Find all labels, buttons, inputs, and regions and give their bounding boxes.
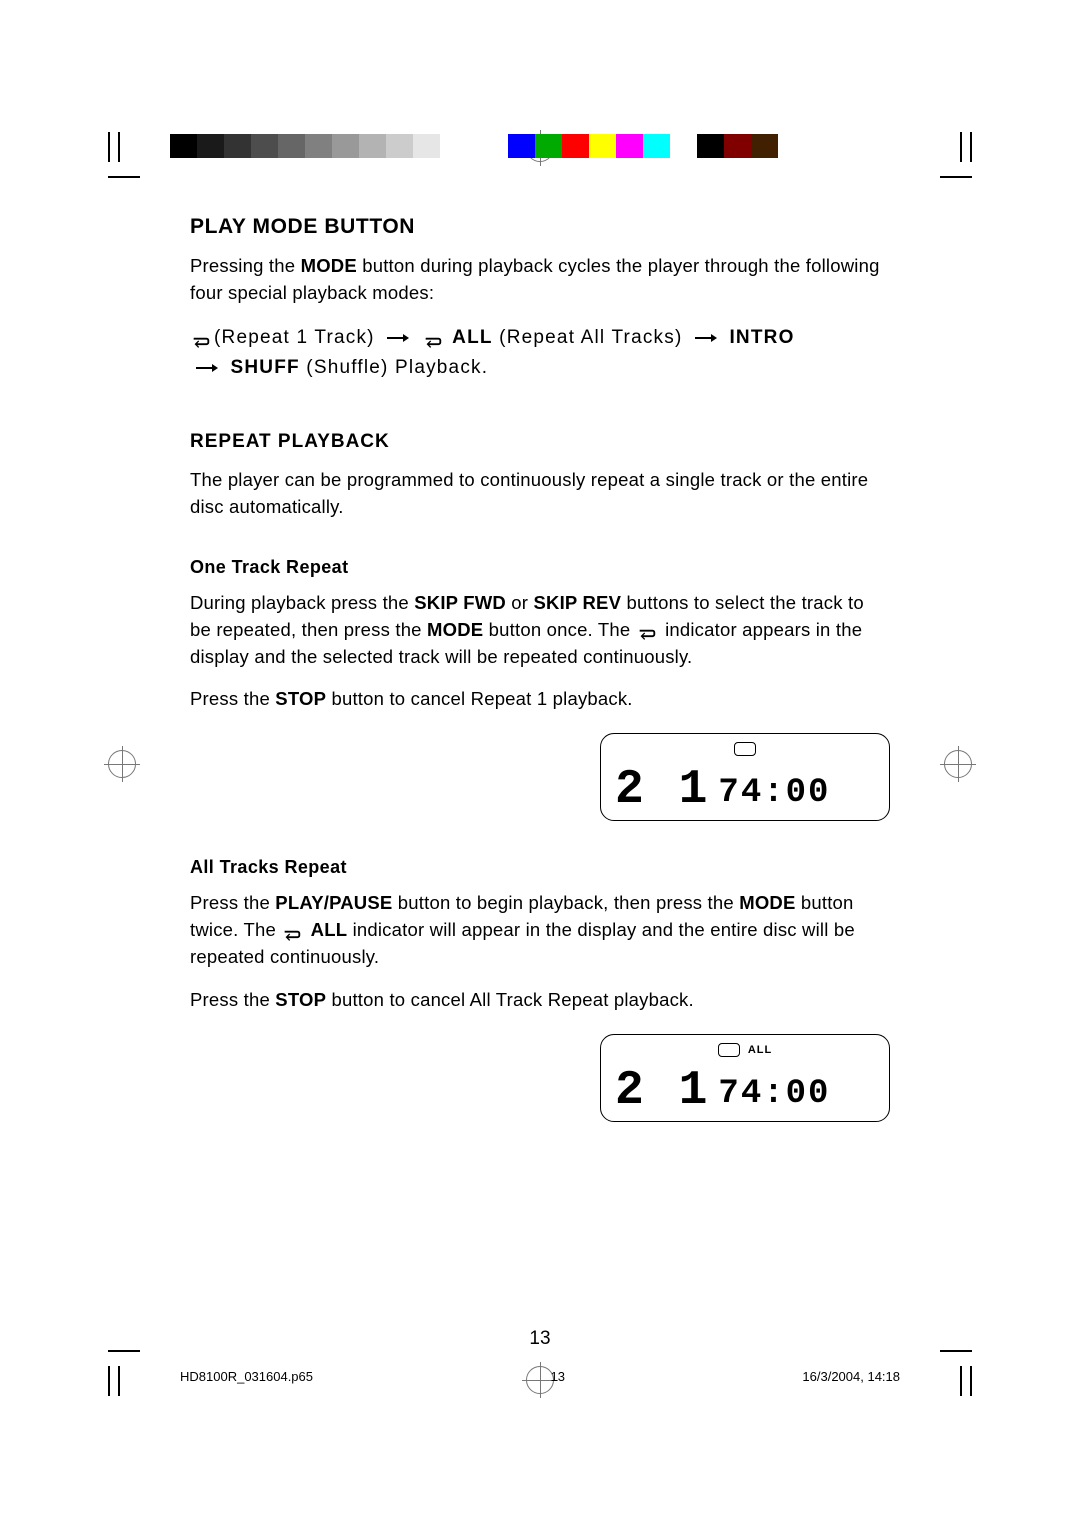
all-rest: (Repeat All Tracks) bbox=[493, 327, 683, 348]
lcd-time: 74:00 bbox=[718, 776, 830, 810]
text: During playback press the bbox=[190, 592, 414, 613]
grayscale-calibration-bar bbox=[170, 134, 440, 158]
text: button once. The bbox=[483, 619, 635, 640]
skip-rev-label: SKIP REV bbox=[533, 592, 621, 613]
lcd-all-label: ALL bbox=[748, 1044, 772, 1056]
play-pause-label: PLAY/PAUSE bbox=[275, 892, 392, 913]
text: or bbox=[506, 592, 534, 613]
heading-all-tracks-repeat: All Tracks Repeat bbox=[190, 857, 890, 878]
text: Press the bbox=[190, 892, 275, 913]
mode-label: MODE bbox=[301, 255, 357, 276]
lcd-track-number: 2 1 bbox=[615, 1067, 710, 1115]
shuff-label: SHUFF bbox=[230, 357, 299, 378]
lcd-display-repeat-one: 2 1 74:00 bbox=[600, 733, 890, 821]
heading-one-track-repeat: One Track Repeat bbox=[190, 557, 890, 578]
arrow-icon bbox=[387, 333, 409, 343]
arrow-icon bbox=[196, 363, 218, 373]
one-track-cancel-paragraph: Press the STOP button to cancel Repeat 1… bbox=[190, 686, 890, 713]
repeat-indicator-icon bbox=[718, 1043, 740, 1057]
footer-filename: HD8100R_031604.p65 bbox=[180, 1369, 313, 1384]
color-calibration-bar bbox=[508, 134, 778, 158]
heading-repeat-playback: REPEAT PLAYBACK bbox=[190, 431, 890, 453]
repeat-icon bbox=[190, 330, 212, 346]
heading-play-mode: PLAY MODE BUTTON bbox=[190, 215, 890, 239]
skip-fwd-label: SKIP FWD bbox=[414, 592, 506, 613]
footer-page: 13 bbox=[550, 1369, 564, 1384]
stop-label: STOP bbox=[275, 688, 326, 709]
print-footer: HD8100R_031604.p65 13 16/3/2004, 14:18 bbox=[180, 1369, 900, 1384]
all-tracks-cancel-paragraph: Press the STOP button to cancel All Trac… bbox=[190, 987, 890, 1014]
registration-mark-icon bbox=[108, 750, 136, 778]
text: Press the bbox=[190, 688, 275, 709]
arrow-icon bbox=[695, 333, 717, 343]
stop-label: STOP bbox=[275, 989, 326, 1010]
lcd-display-repeat-all: ALL 2 1 74:00 bbox=[600, 1034, 890, 1122]
lcd-time: 74:00 bbox=[718, 1077, 830, 1111]
repeat-icon bbox=[422, 330, 444, 346]
mode-label: MODE bbox=[427, 619, 483, 640]
text: Pressing the bbox=[190, 255, 301, 276]
text: button to cancel All Track Repeat playba… bbox=[326, 989, 694, 1010]
shuff-rest: (Shuffle) Playback. bbox=[300, 357, 488, 378]
all-label: ALL bbox=[311, 919, 348, 940]
repeat-icon bbox=[281, 923, 303, 939]
mode-label: MODE bbox=[739, 892, 795, 913]
repeat-indicator-icon bbox=[734, 742, 756, 756]
registration-mark-icon bbox=[944, 750, 972, 778]
repeat-intro-paragraph: The player can be programmed to continuo… bbox=[190, 467, 890, 521]
lcd-track-number: 2 1 bbox=[615, 766, 710, 814]
repeat-icon bbox=[636, 623, 658, 639]
all-label: ALL bbox=[452, 327, 493, 348]
intro-label: INTRO bbox=[729, 327, 794, 348]
one-track-paragraph: During playback press the SKIP FWD or SK… bbox=[190, 590, 890, 670]
mode-cycle-line: (Repeat 1 Track) ALL (Repeat All Tracks)… bbox=[190, 323, 890, 384]
text: button to begin playback, then press the bbox=[392, 892, 739, 913]
footer-datetime: 16/3/2004, 14:18 bbox=[802, 1369, 900, 1384]
text: Press the bbox=[190, 989, 275, 1010]
all-tracks-paragraph: Press the PLAY/PAUSE button to begin pla… bbox=[190, 890, 890, 970]
intro-paragraph: Pressing the MODE button during playback… bbox=[190, 253, 890, 307]
page-number: 13 bbox=[0, 1328, 1080, 1350]
text: button to cancel Repeat 1 playback. bbox=[326, 688, 632, 709]
repeat-1-label: (Repeat 1 Track) bbox=[214, 327, 375, 348]
